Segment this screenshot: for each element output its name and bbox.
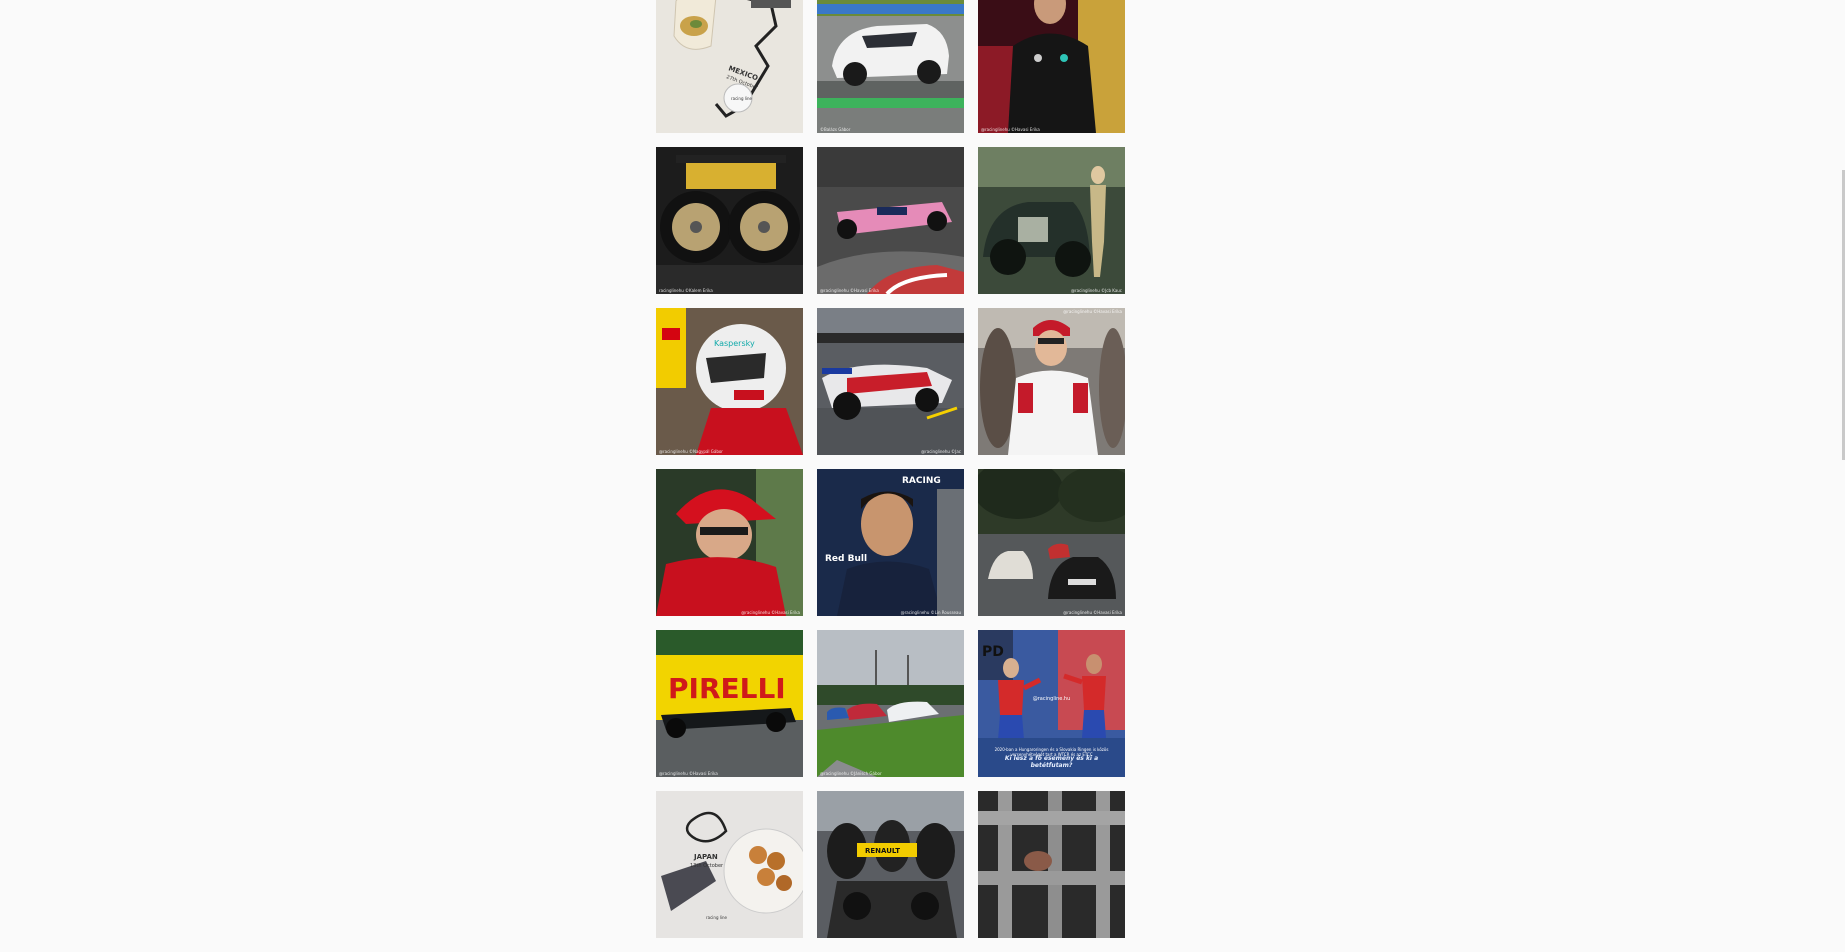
post-leclerc[interactable]: @racinglinehu ©Havasi Erika xyxy=(656,469,803,616)
post-image xyxy=(656,147,803,294)
post-white-race-car[interactable]: ©Balázs Gábor xyxy=(817,0,964,133)
post-image xyxy=(978,0,1125,133)
post-image xyxy=(978,147,1125,294)
post-image xyxy=(978,469,1125,616)
backdrop-racing: RACING xyxy=(902,476,941,486)
post-image: RENAULT xyxy=(817,791,964,938)
photo-credit: @racinglinehu ©Jánisch Gábor xyxy=(820,771,882,776)
post-row: @racinglinehu ©Havasi Erika RACING Red B… xyxy=(656,469,1126,616)
svg-text:PD: PD xyxy=(982,644,1004,660)
photo-credit: @racinglinehu ©Havasi Erika xyxy=(1063,309,1122,314)
profile-post-grid: MEXICO 27th October racing line ©Balázs … xyxy=(656,0,1126,952)
meme-question: Ki lesz a fő esemény és ki a betétfutam? xyxy=(1004,755,1099,769)
photo-credit: @racinglinehu ©Havasi Erika xyxy=(741,610,800,615)
backdrop-redbull: Red Bull xyxy=(825,554,867,564)
post-image xyxy=(978,791,1125,938)
post-image: RACING Red Bull xyxy=(817,469,964,616)
photo-credit: @racinglinehu ©Jcb Kauc xyxy=(1071,288,1122,293)
photo-credit: @racinglinehu ©Nagypál Gábor xyxy=(659,449,723,454)
mexico-badge: racing line xyxy=(731,96,753,101)
post-row: Kaspersky @racinglinehu ©Nagypál Gábor @… xyxy=(656,308,1126,455)
post-gold-wheels[interactable]: racinglinehu ©Kalem Erika xyxy=(656,147,803,294)
post-pirelli-mercedes[interactable]: PIRELLI @racinglinehu ©Havasi Erika xyxy=(656,630,803,777)
japan-badge: racing line xyxy=(706,915,728,920)
meme-handle: @racingline.hu xyxy=(1032,696,1071,702)
post-mexico-food[interactable]: MEXICO 27th October racing line xyxy=(656,0,803,133)
post-touring-cars[interactable]: @racinglinehu ©Jánisch Gábor xyxy=(817,630,964,777)
post-image: JAPAN 13th October racing line xyxy=(656,791,803,938)
post-renault-pitstop[interactable]: RENAULT xyxy=(817,791,964,938)
post-spiderman-meme[interactable]: PD @racingline.hu 2020-ban a Hungaroring… xyxy=(978,630,1125,777)
post-image xyxy=(817,308,964,455)
post-formula-e-car[interactable]: @racinglinehu ©Jac xyxy=(817,308,964,455)
post-image xyxy=(817,0,964,133)
post-image xyxy=(817,630,964,777)
post-japan-food[interactable]: JAPAN 13th October racing line xyxy=(656,791,803,938)
photo-credit: ©Balázs Gábor xyxy=(820,127,851,132)
post-image xyxy=(656,469,803,616)
post-row: PIRELLI @racinglinehu ©Havasi Erika @rac… xyxy=(656,630,1126,777)
photo-credit: @racinglinehu ©Havasi Erika xyxy=(659,771,718,776)
post-image: Kaspersky xyxy=(656,308,803,455)
japan-title: JAPAN xyxy=(693,853,718,861)
japan-date: 13th October xyxy=(690,863,724,869)
post-row: MEXICO 27th October racing line ©Balázs … xyxy=(656,0,1126,133)
post-image: MEXICO 27th October racing line xyxy=(656,0,803,133)
post-albon[interactable]: RACING Red Bull @racinglinehu ©Lin Rouss… xyxy=(817,469,964,616)
post-pink-f1-car[interactable]: @racinglinehu ©Havasi Erika xyxy=(817,147,964,294)
post-classic-porsche[interactable]: @racinglinehu ©Havasi Erika xyxy=(978,469,1125,616)
post-alfa-driver[interactable]: @racinglinehu ©Havasi Erika xyxy=(978,308,1125,455)
post-row: racinglinehu ©Kalem Erika @racinglinehu … xyxy=(656,147,1126,294)
photo-credit: @racinglinehu ©Havasi Erika xyxy=(981,127,1040,132)
photo-credit: @racinglinehu ©Jac xyxy=(921,449,961,454)
helmet-sponsor: Kaspersky xyxy=(714,339,755,348)
photo-credit: @racinglinehu ©Havasi Erika xyxy=(1063,610,1122,615)
post-ferrari-helmet[interactable]: Kaspersky @racinglinehu ©Nagypál Gábor xyxy=(656,308,803,455)
post-fence-closeup[interactable] xyxy=(978,791,1125,938)
post-mercedes-driver[interactable]: @racinglinehu ©Havasi Erika xyxy=(978,0,1125,133)
post-image xyxy=(817,147,964,294)
post-image xyxy=(978,308,1125,455)
renault-sign: RENAULT xyxy=(865,847,900,855)
photo-credit: @racinglinehu ©Havasi Erika xyxy=(820,288,879,293)
pirelli-sign: PIRELLI xyxy=(668,672,786,705)
post-vintage-car-woman[interactable]: @racinglinehu ©Jcb Kauc xyxy=(978,147,1125,294)
photo-credit: racinglinehu ©Kalem Erika xyxy=(659,288,713,293)
photo-credit: @racinglinehu ©Lin Rousseau xyxy=(900,610,961,615)
post-image: PIRELLI xyxy=(656,630,803,777)
post-row: JAPAN 13th October racing line RENAULT xyxy=(656,791,1126,938)
